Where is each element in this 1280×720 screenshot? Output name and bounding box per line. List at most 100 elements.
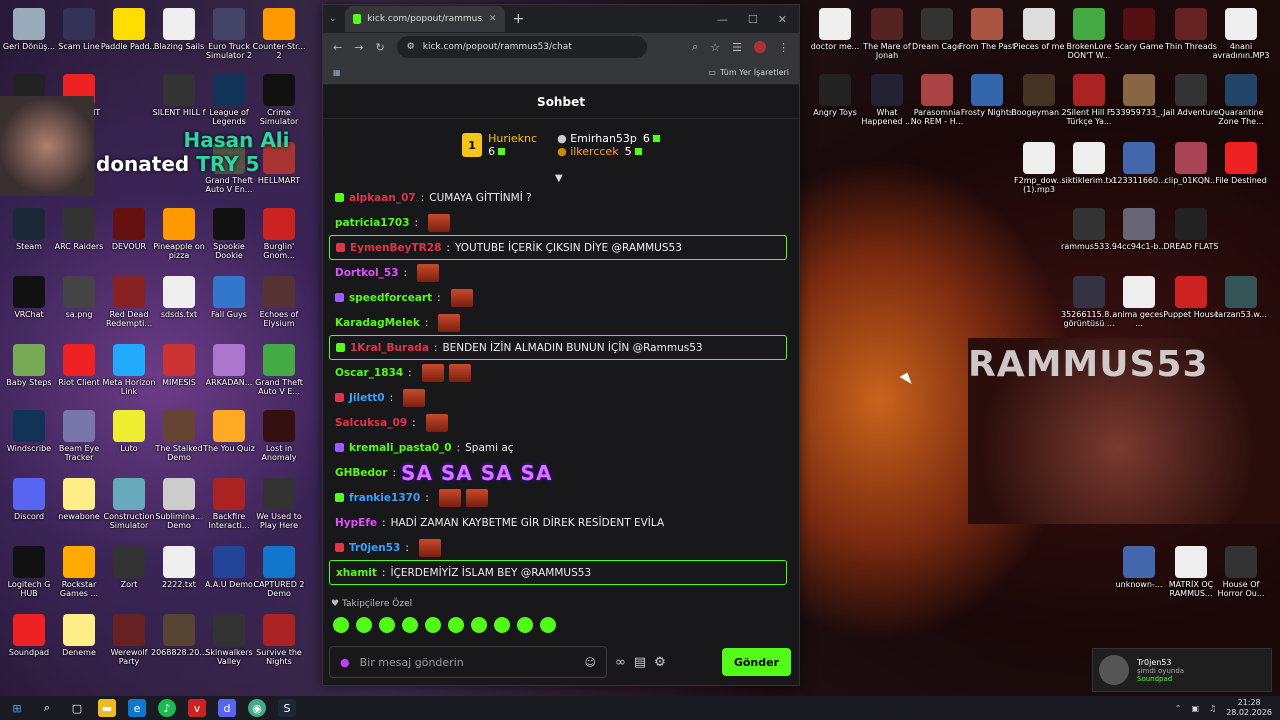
desktop-icon[interactable]: CAPTURED 2 Demo <box>250 546 308 598</box>
browser-tab[interactable]: kick.com/popout/rammus53/c ✕ <box>344 6 505 32</box>
leader-third[interactable]: ● ilkerccek 5 <box>557 145 660 158</box>
chat-username[interactable]: Dortkol_53 <box>335 267 399 279</box>
chrome-icon[interactable]: ◉ <box>248 699 266 717</box>
user-badge-icon <box>335 293 344 302</box>
tab-close-icon[interactable]: ✕ <box>489 14 497 24</box>
chat-username[interactable]: alpkaan_07 <box>349 192 416 204</box>
chat-input[interactable]: ● Bir mesaj gönderin ☺ <box>329 646 607 678</box>
chat-username[interactable]: Salcuksa_09 <box>335 417 407 429</box>
desktop-icon[interactable]: Scary Game <box>1110 8 1168 60</box>
desktop-icon[interactable]: File Destined <box>1212 142 1270 194</box>
chat-message: alpkaan_07: CUMAYA GİTTİNMİ ? <box>329 185 793 210</box>
mouse-cursor-icon <box>899 372 914 388</box>
badges-icon[interactable]: ∞ <box>615 655 626 670</box>
emote-picker-icon[interactable] <box>356 617 372 633</box>
desktop-icon[interactable]: 4nani avradının.MP3 <box>1212 8 1270 60</box>
chat-username[interactable]: speedforceart <box>349 292 432 304</box>
chat-username[interactable]: frankie1370 <box>349 492 420 504</box>
desktop-icon[interactable]: tarzan53.w... <box>1212 276 1270 328</box>
desktop-icon[interactable]: Echoes of Elysium <box>250 276 308 328</box>
all-bookmarks-link[interactable]: Tüm Yer İşaretleri <box>720 68 789 77</box>
chat-username[interactable]: 1Kral_Burada <box>350 342 429 354</box>
desktop-icon[interactable]: Crime Simulator <box>250 74 308 126</box>
emote-picker-icon[interactable] <box>333 617 349 633</box>
chat-username[interactable]: Oscar_1834 <box>335 367 403 379</box>
store-icon[interactable]: ▤ <box>634 655 646 670</box>
clock[interactable]: 21:28 28.02.2026 <box>1226 698 1272 718</box>
leader-second[interactable]: ● Emirhan53p 6 <box>557 132 660 145</box>
tab-list-icon[interactable]: ⌄ <box>329 14 337 24</box>
desktop-icon[interactable]: doctor me... <box>806 8 864 60</box>
explorer-icon[interactable]: ▬ <box>98 699 116 717</box>
close-window-icon[interactable]: ✕ <box>778 13 787 26</box>
new-tab-icon[interactable]: + <box>513 11 525 27</box>
bookmark-star-icon[interactable]: ☆ <box>710 41 720 54</box>
forward-icon[interactable]: → <box>354 41 363 54</box>
chat-username[interactable]: EymenBeyTR28 <box>350 242 441 254</box>
emote-picker-icon[interactable] <box>471 617 487 633</box>
steam-icon[interactable]: S <box>278 699 296 717</box>
emote-picker-icon[interactable] <box>517 617 533 633</box>
task-view-icon[interactable]: ▢ <box>68 699 86 717</box>
spotify-icon[interactable]: ♪ <box>158 699 176 717</box>
emote-picker-icon[interactable] <box>425 617 441 633</box>
reload-icon[interactable]: ↻ <box>375 41 384 54</box>
chat-username[interactable]: patricia1703 <box>335 217 410 229</box>
desktop-icon[interactable]: Angry Toys <box>806 74 864 126</box>
zoom-icon[interactable]: ⌕ <box>692 40 698 54</box>
desktop-icon[interactable]: Quarantine Zone The... <box>1212 74 1270 126</box>
profile-avatar[interactable] <box>754 41 766 53</box>
emote-picker-icon[interactable] <box>402 617 418 633</box>
desktop-icon[interactable]: Survive the Nights <box>250 614 308 666</box>
volume-icon[interactable]: ♫ <box>1209 704 1216 713</box>
chat-username[interactable]: Tr0jen53 <box>349 542 400 554</box>
desktop-icon[interactable]: Counter-Str... 2 <box>250 8 308 60</box>
emote-picker-icon[interactable] <box>494 617 510 633</box>
chat-username[interactable]: KaradagMelek <box>335 317 420 329</box>
emoji-icon[interactable]: ☺ <box>585 656 596 669</box>
desktop-icon[interactable]: 94cc94c1-b... <box>1110 208 1168 260</box>
chat-username[interactable]: xhamit <box>336 567 377 579</box>
tray-arrow-icon[interactable]: ⌃ <box>1175 704 1182 713</box>
collapse-leaderboard-icon[interactable]: ▼ <box>555 173 563 184</box>
network-icon[interactable]: ▣ <box>1191 704 1199 713</box>
back-icon[interactable]: ← <box>333 41 342 54</box>
app-icon <box>63 344 95 376</box>
desktop-icon[interactable]: Grand Theft Auto V E... <box>250 344 308 396</box>
desktop-icon[interactable]: Frosty Nights <box>958 74 1016 126</box>
emote-picker-icon[interactable] <box>379 617 395 633</box>
chat-username[interactable]: kremali_pasta0_0 <box>349 442 452 454</box>
extensions-icon[interactable]: ☰ <box>732 41 742 54</box>
site-info-icon[interactable]: ⚙ <box>407 42 415 52</box>
edge-icon[interactable]: e <box>128 699 146 717</box>
windows-start-icon[interactable]: ⊞ <box>8 699 26 717</box>
chat-username[interactable]: GHBedor <box>335 467 387 479</box>
game-notification[interactable]: Tr0jen53 şimdi oyunda Soundpad <box>1092 648 1272 692</box>
desktop-icon[interactable]: House Of Horror Ou... <box>1212 546 1270 598</box>
url-field[interactable]: ⚙ kick.com/popout/rammus53/chat <box>396 36 647 58</box>
desktop-icon[interactable]: anima gecesi ... <box>1110 276 1168 328</box>
desktop-icon[interactable]: Burglin' Gnom... <box>250 208 308 260</box>
settings-gear-icon[interactable]: ⚙ <box>654 655 666 670</box>
desktop-icon[interactable]: We Used to Play Here <box>250 478 308 530</box>
send-button[interactable]: Gönder <box>721 648 791 676</box>
desktop-icon[interactable]: Lost in Anomaly <box>250 410 308 462</box>
chat-username[interactable]: Jilett0 <box>349 392 385 404</box>
minimize-icon[interactable]: — <box>717 13 728 26</box>
voicemod-icon[interactable]: v <box>188 699 206 717</box>
desktop-icon[interactable]: unknown-... <box>1110 546 1168 598</box>
maximize-icon[interactable]: ☐ <box>748 13 758 26</box>
search-icon[interactable]: ⌕ <box>38 699 56 717</box>
apps-grid-icon[interactable]: ▦ <box>333 68 341 77</box>
desktop-icon[interactable]: 533959733_... <box>1110 74 1168 126</box>
desktop-icon[interactable]: From The Past <box>958 8 1016 60</box>
emote-picker-icon[interactable] <box>540 617 556 633</box>
discord-icon[interactable]: d <box>218 699 236 717</box>
chat-username[interactable]: HypEfe <box>335 517 377 529</box>
leader-first[interactable]: 1 Hurieknc 6 <box>462 132 537 158</box>
mic-icon[interactable]: ● <box>340 656 350 669</box>
menu-icon[interactable]: ⋮ <box>778 41 789 54</box>
emote-picker-icon[interactable] <box>448 617 464 633</box>
desktop-icon[interactable]: DREAD FLATS <box>1162 208 1220 260</box>
desktop-icon[interactable]: 123311660... <box>1110 142 1168 194</box>
